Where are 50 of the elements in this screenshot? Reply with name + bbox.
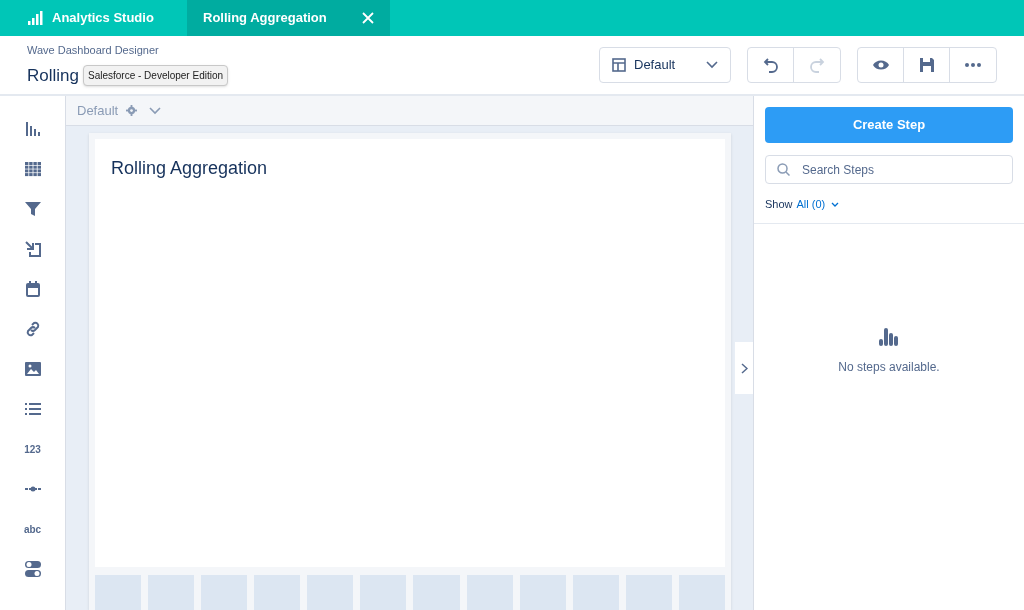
collapse-handle[interactable] — [735, 342, 753, 394]
table-icon — [23, 160, 42, 178]
toggle-icon — [23, 560, 42, 578]
more-icon — [965, 63, 981, 67]
create-step-button[interactable]: Create Step — [765, 107, 1013, 143]
show-filter-link[interactable]: All (0) — [796, 196, 840, 213]
widget-tool[interactable]: 123 — [12, 429, 53, 469]
layout-cell — [519, 575, 566, 610]
image-icon — [23, 360, 42, 378]
import-icon — [23, 240, 42, 258]
layout-icon — [612, 58, 626, 72]
search-field[interactable]: Search Steps — [765, 155, 1013, 184]
text-icon: 123 — [24, 441, 41, 457]
close-icon[interactable] — [362, 12, 374, 24]
search-icon — [777, 163, 790, 176]
layout-cell — [572, 575, 619, 610]
filter-icon — [23, 200, 42, 218]
eye-icon — [872, 59, 889, 71]
bar-chart-icon — [879, 327, 899, 346]
layout-cell — [466, 575, 513, 610]
layout-cell — [254, 575, 301, 610]
layout-cell — [95, 575, 142, 610]
layout-cell — [201, 575, 248, 610]
redo-icon — [809, 57, 825, 73]
list-icon — [23, 400, 42, 418]
chevron-right-icon — [740, 362, 748, 374]
chevron-down-icon — [706, 61, 718, 69]
chevron-down-icon[interactable] — [149, 106, 162, 115]
layout-cell — [678, 575, 725, 610]
bar-chart-icon — [23, 120, 42, 138]
chevron-down-icon — [831, 201, 840, 207]
calendar-icon — [23, 280, 42, 298]
empty-message: No steps available. — [838, 358, 940, 376]
layout-cell — [307, 575, 354, 610]
layout-cell — [148, 575, 195, 610]
layout-cell — [360, 575, 407, 610]
text-icon: abc — [23, 521, 42, 537]
page-title: Rolling Aggregation — [111, 158, 268, 178]
show-label: Show — [765, 197, 793, 212]
app-tab[interactable]: Rolling Aggregation — [187, 0, 390, 36]
tooltip: Salesforce - Developer Edition — [83, 64, 229, 86]
layout-cell — [413, 575, 460, 610]
undo-icon — [762, 57, 779, 73]
layout-label: Default — [77, 101, 119, 120]
layout-select[interactable]: Default — [599, 47, 731, 83]
dashboard-title: Rolling — [27, 64, 79, 87]
bars-icon — [28, 11, 44, 25]
layout-cell — [625, 575, 672, 610]
designer-subtitle: Wave Dashboard Designer — [27, 43, 160, 58]
widget-tool[interactable]: abc — [12, 509, 53, 549]
